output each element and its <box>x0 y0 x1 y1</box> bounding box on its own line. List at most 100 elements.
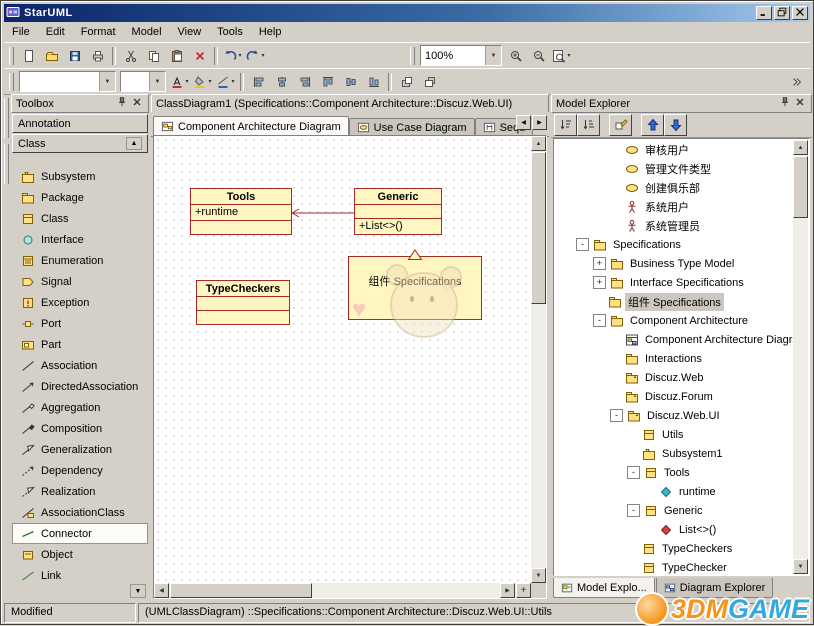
zoom-in-button[interactable] <box>504 45 527 67</box>
bring-to-front-button[interactable] <box>395 71 418 93</box>
tree-item-item[interactable]: 系统管理员 <box>555 216 793 235</box>
zoom-level-combo[interactable]: 100%▼ <box>420 45 502 66</box>
toolbox-item-port[interactable]: Port <box>12 313 148 334</box>
zoom-fit-button-dropdown-icon[interactable]: ▾ <box>567 52 570 59</box>
toolbox-pin-button[interactable] <box>114 97 129 110</box>
class-node-tools[interactable]: Tools+runtime <box>190 188 292 235</box>
tree-item-interface-specifications[interactable]: +Interface Specifications <box>555 273 793 292</box>
toolbox-item-package[interactable]: Package <box>12 187 148 208</box>
model-explorer-close-button[interactable] <box>792 97 807 110</box>
font-size-combo[interactable]: ▼ <box>120 71 166 92</box>
chevron-down-icon[interactable]: ▼ <box>149 72 165 91</box>
print-button[interactable] <box>86 45 109 67</box>
paste-button[interactable] <box>165 45 188 67</box>
toolbox-item-link[interactable]: Link <box>12 565 148 581</box>
tree-item-component-architecture-diagram[interactable]: Component Architecture Diagram <box>555 330 793 349</box>
tree-item-runtime[interactable]: runtime <box>555 482 793 501</box>
toolbox-group-annotation[interactable]: Annotation <box>12 114 148 133</box>
tree-item-tools[interactable]: -Tools <box>555 463 793 482</box>
toolbox-item-aggregation[interactable]: Aggregation <box>12 397 148 418</box>
font-face-combo[interactable]: ▼ <box>19 71 116 92</box>
tab-scroll-left-button[interactable]: ◀ <box>516 115 531 130</box>
tree-expander-plus[interactable]: + <box>593 257 606 270</box>
line-color-button[interactable]: ▾ <box>214 71 237 93</box>
menu-item-format[interactable]: Format <box>73 24 124 40</box>
tree-item-component-architecture[interactable]: -Component Architecture <box>555 311 793 330</box>
delete-button[interactable] <box>188 45 211 67</box>
tree-item-utils[interactable]: Utils <box>555 425 793 444</box>
fill-color-button[interactable]: ▾ <box>191 71 214 93</box>
chevron-down-icon[interactable]: ▼ <box>485 46 501 65</box>
toolbox-item-subsystem[interactable]: Subsystem <box>12 166 148 187</box>
tree-item-typecheckers[interactable]: TypeCheckers <box>555 539 793 558</box>
save-button[interactable] <box>63 45 86 67</box>
toolbox-item-realization[interactable]: Realization <box>12 481 148 502</box>
minimize-button[interactable] <box>756 6 772 20</box>
move-up-button[interactable] <box>641 114 664 136</box>
toolbar-grip[interactable] <box>410 47 415 65</box>
undo-button-dropdown-icon[interactable]: ▾ <box>238 52 241 59</box>
toolbox-scroll-up-button[interactable]: ▲ <box>126 137 142 150</box>
sort-by-type-button[interactable] <box>577 114 600 136</box>
scroll-down-button[interactable]: ▼ <box>793 559 808 574</box>
zoom-fit-button[interactable]: ▾ <box>550 45 573 67</box>
tree-item-item[interactable]: 审核用户 <box>555 140 793 159</box>
tree-item-generic[interactable]: -Generic <box>555 501 793 520</box>
toolbox-item-association[interactable]: Association <box>12 355 148 376</box>
diagram-tab-use-case-diagram[interactable]: Use Case Diagram <box>349 118 475 136</box>
toolbar-overflow-button[interactable] <box>785 71 808 93</box>
redo-button[interactable]: ▾ <box>244 45 267 67</box>
tree-item-discuz-web[interactable]: Discuz.Web <box>555 368 793 387</box>
tree-expander-minus[interactable]: - <box>627 504 640 517</box>
align-center-button[interactable] <box>270 71 293 93</box>
edit-element-button[interactable] <box>609 114 632 136</box>
menu-item-tools[interactable]: Tools <box>209 24 251 40</box>
toolbox-item-dependency[interactable]: Dependency <box>12 460 148 481</box>
font-color-button-dropdown-icon[interactable]: ▾ <box>185 78 188 85</box>
font-color-button[interactable]: ▾ <box>168 71 191 93</box>
dock-grip[interactable] <box>4 144 9 184</box>
tree-expander-minus[interactable]: - <box>610 409 623 422</box>
scroll-left-button[interactable]: ◀ <box>154 583 169 598</box>
toolbox-item-interface[interactable]: Interface <box>12 229 148 250</box>
toolbox-item-enumeration[interactable]: Enumeration <box>12 250 148 271</box>
canvas-horizontal-scrollbar[interactable]: ◀ ▶ + <box>154 583 531 598</box>
tree-item-discuz-forum[interactable]: Discuz.Forum <box>555 387 793 406</box>
tree-expander-minus[interactable]: - <box>593 314 606 327</box>
align-bottom-button[interactable] <box>362 71 385 93</box>
chevron-down-icon[interactable]: ▼ <box>99 72 115 91</box>
tree-item-list[interactable]: List<>() <box>555 520 793 539</box>
tree-expander-minus[interactable]: - <box>576 238 589 251</box>
dock-grip[interactable] <box>4 98 9 138</box>
class-node-typecheckers[interactable]: TypeCheckers <box>196 280 290 325</box>
tree-vertical-scrollbar[interactable]: ▲ ▼ <box>793 140 808 574</box>
cut-button[interactable] <box>119 45 142 67</box>
title-bar[interactable]: StarUML <box>4 4 810 22</box>
diagram-canvas[interactable]: Tools+runtimeGeneric+List<>()TypeChecker… <box>154 136 531 583</box>
tree-item-interactions[interactable]: Interactions <box>555 349 793 368</box>
menu-item-model[interactable]: Model <box>124 24 170 40</box>
scroll-right-button[interactable]: ▶ <box>500 583 515 598</box>
toolbox-item-generalization[interactable]: Generalization <box>12 439 148 460</box>
toolbox-item-directedassociation[interactable]: DirectedAssociation <box>12 376 148 397</box>
open-button[interactable] <box>40 45 63 67</box>
toolbox-item-object[interactable]: Object <box>12 544 148 565</box>
send-to-back-button[interactable] <box>418 71 441 93</box>
toolbar-grip[interactable] <box>9 47 14 65</box>
scrollbar-thumb[interactable] <box>793 156 808 218</box>
tree-item-subsystem1[interactable]: Subsystem1 <box>555 444 793 463</box>
tree-item-specifications[interactable]: 组件 Specifications <box>555 292 793 311</box>
new-button[interactable] <box>17 45 40 67</box>
canvas-vertical-scrollbar[interactable]: ▲ ▼ <box>531 136 546 583</box>
sort-alphabetic-button[interactable] <box>554 114 577 136</box>
scroll-up-button[interactable]: ▲ <box>793 140 808 155</box>
tree-item-business-type-model[interactable]: +Business Type Model <box>555 254 793 273</box>
toolbox-item-associationclass[interactable]: AssociationClass <box>12 502 148 523</box>
align-left-button[interactable] <box>247 71 270 93</box>
line-color-button-dropdown-icon[interactable]: ▾ <box>231 78 234 85</box>
menu-item-file[interactable]: File <box>4 24 38 40</box>
tab-scroll-right-button[interactable]: ▶ <box>532 115 547 130</box>
tree-item-item[interactable]: 管理文件类型 <box>555 159 793 178</box>
tree-item-item[interactable]: 系统用户 <box>555 197 793 216</box>
tree-expander-plus[interactable]: + <box>593 276 606 289</box>
